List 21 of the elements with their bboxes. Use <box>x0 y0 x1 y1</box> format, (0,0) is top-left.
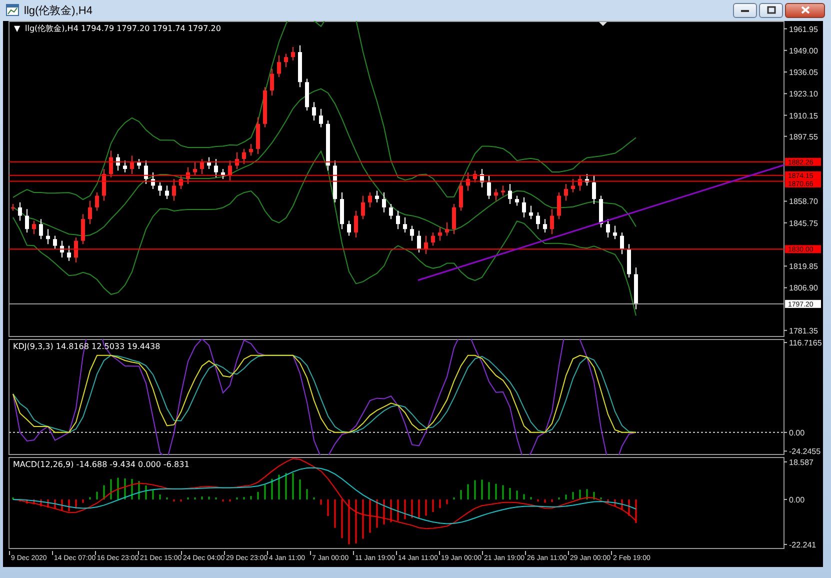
chart-header: MACD(12,26,9) -14.688 -9.434 0.000 -6.831 <box>13 460 190 469</box>
axis-label: 18.587 <box>789 458 814 467</box>
window-title: llg(伦敦金),H4 <box>24 4 94 18</box>
axis-label: 1845.75 <box>789 218 818 228</box>
axis-label: 1897.55 <box>789 132 818 142</box>
axis-label: -22.241 <box>789 540 816 549</box>
axis-label: 0.00 <box>789 495 805 504</box>
axis-label: -24.2455 <box>789 447 821 455</box>
collapse-arrow[interactable]: ▼ <box>14 24 20 33</box>
axis-label: 1806.90 <box>789 284 818 293</box>
axis-label: 1781.35 <box>789 326 818 336</box>
axis-label: 1923.10 <box>789 90 818 99</box>
axis-label: 1910.15 <box>789 111 818 120</box>
axis-label: 116.7165 <box>789 339 822 348</box>
axis-label: 1949.00 <box>789 46 818 56</box>
axis-label: 1858.70 <box>789 197 818 206</box>
axis-label: 1819.85 <box>789 262 818 272</box>
axis-label: 0.00 <box>789 428 805 438</box>
chart-header: llg(伦敦金),H4 1794.79 1797.20 1791.74 1797.20 <box>25 24 221 33</box>
axis-label: 1961.95 <box>789 24 818 34</box>
axis-label: 1936.05 <box>789 68 818 78</box>
